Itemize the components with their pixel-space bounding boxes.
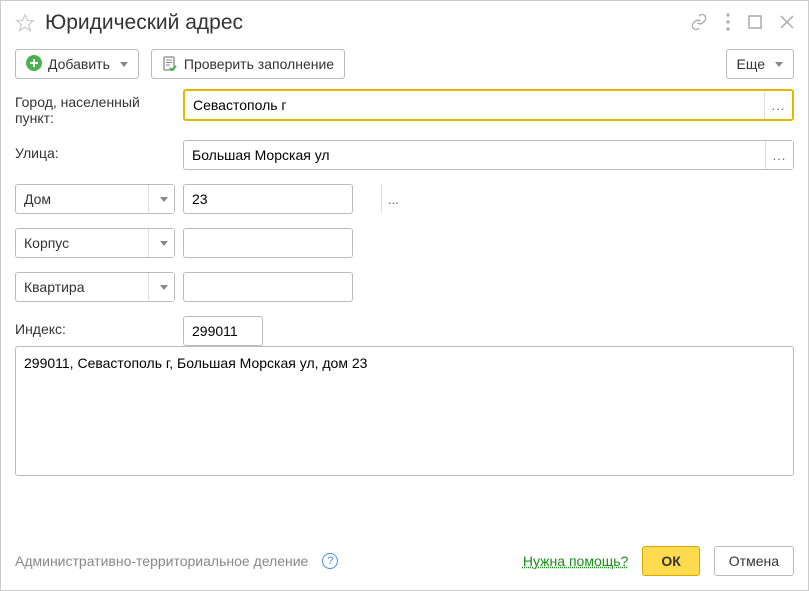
add-button[interactable]: Добавить (15, 49, 139, 79)
house-type-label: Дом (16, 185, 148, 213)
city-input[interactable] (185, 91, 764, 119)
city-row: Город, населенный пункт: ... (15, 89, 794, 126)
korpus-type-select[interactable]: Корпус (15, 228, 175, 258)
house-input-wrap: ... (183, 184, 353, 214)
korpus-row: Корпус (15, 228, 794, 258)
document-check-icon (162, 56, 178, 72)
city-label: Город, населенный пункт: (15, 89, 175, 126)
more-button[interactable]: Еще (726, 49, 795, 79)
titlebar: Юридический адрес (1, 1, 808, 41)
kebab-menu-icon[interactable] (726, 13, 730, 34)
dialog-title: Юридический адрес (45, 11, 680, 35)
link-icon[interactable] (690, 13, 708, 34)
flat-row: Квартира (15, 272, 794, 302)
chevron-down-icon (160, 241, 168, 246)
add-button-label: Добавить (48, 56, 110, 72)
city-lookup-button[interactable]: ... (764, 91, 792, 119)
street-input-wrap: ... (183, 140, 794, 170)
street-label: Улица: (15, 140, 175, 161)
dialog-window: Юридический адрес (0, 0, 809, 591)
house-row: Дом ... (15, 184, 794, 214)
index-row: Индекс: (15, 316, 794, 346)
index-input[interactable] (183, 316, 263, 346)
index-label: Индекс: (15, 316, 175, 337)
ok-button[interactable]: ОК (642, 546, 699, 576)
chevron-down-icon (160, 285, 168, 290)
flat-type-dropdown-button[interactable] (148, 273, 174, 301)
flat-type-select[interactable]: Квартира (15, 272, 175, 302)
plus-circle-icon (26, 55, 42, 74)
flat-input[interactable] (184, 273, 381, 301)
check-fill-button[interactable]: Проверить заполнение (151, 49, 345, 79)
cancel-button[interactable]: Отмена (714, 546, 794, 576)
admin-division-link[interactable]: Административно-территориальное деление (15, 553, 308, 569)
check-fill-label: Проверить заполнение (184, 56, 334, 72)
chevron-down-icon (775, 62, 783, 67)
house-lookup-button[interactable]: ... (381, 185, 405, 213)
street-input[interactable] (184, 141, 765, 169)
favorite-star-icon[interactable] (15, 13, 35, 33)
flat-type-label: Квартира (16, 273, 148, 301)
house-type-dropdown-button[interactable] (148, 185, 174, 213)
city-input-wrap: ... (183, 89, 794, 121)
house-input[interactable] (184, 185, 381, 213)
toolbar: Добавить Проверить заполнение Еще (1, 41, 808, 89)
flat-input-wrap (183, 272, 353, 302)
chevron-down-icon (120, 62, 128, 67)
full-address-textarea[interactable] (15, 346, 794, 476)
korpus-input-wrap (183, 228, 353, 258)
help-icon[interactable]: ? (322, 553, 338, 569)
titlebar-actions (690, 13, 794, 34)
korpus-type-dropdown-button[interactable] (148, 229, 174, 257)
need-help-link[interactable]: Нужна помощь? (523, 553, 628, 569)
maximize-icon[interactable] (748, 15, 762, 32)
chevron-down-icon (160, 197, 168, 202)
street-lookup-button[interactable]: ... (765, 141, 793, 169)
form-body: Город, населенный пункт: ... Улица: ... … (1, 89, 808, 346)
korpus-input[interactable] (184, 229, 381, 257)
footer: Административно-территориальное деление … (1, 532, 808, 590)
house-type-select[interactable]: Дом (15, 184, 175, 214)
more-button-label: Еще (737, 56, 766, 72)
street-row: Улица: ... (15, 140, 794, 170)
korpus-type-label: Корпус (16, 229, 148, 257)
close-icon[interactable] (780, 15, 794, 32)
